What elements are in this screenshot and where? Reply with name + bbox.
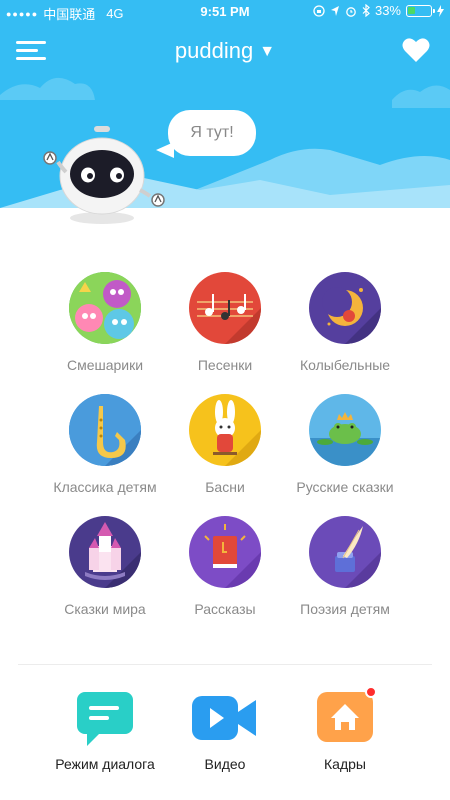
heart-icon[interactable]: [402, 37, 430, 63]
charging-icon: [437, 4, 444, 17]
speech-bubble: Я тут!: [168, 110, 256, 156]
frog-prince-icon: [309, 394, 381, 466]
bluetooth-icon: [362, 4, 370, 17]
quill-icon: [309, 516, 381, 588]
chevron-down-icon: ▼: [259, 43, 276, 60]
battery-icon: [406, 4, 435, 17]
smeshariki-icon: [69, 272, 141, 344]
status-bar: ●●●●● 中国联通 4G 9:51 PM 33%: [0, 0, 450, 24]
notification-badge: [365, 686, 377, 698]
divider: [18, 664, 432, 665]
category-label: Русские сказки: [296, 479, 394, 495]
saxophone-icon: [69, 394, 141, 466]
chat-icon: [75, 690, 135, 746]
castle-icon: [69, 516, 141, 588]
battery-percent: 33%: [374, 3, 401, 18]
location-arrow-icon: [330, 5, 339, 16]
category-label: Колыбельные: [299, 357, 391, 373]
lock-rotation-icon: [313, 4, 325, 17]
book-icon: [189, 516, 261, 588]
moon-icon: [309, 272, 381, 344]
rabbit-icon: [189, 394, 261, 466]
device-selector[interactable]: pudding ▼: [0, 38, 450, 64]
device-name: pudding: [174, 38, 254, 63]
bottom-tab-bar: Режим диалога Видео Кадры: [0, 686, 450, 790]
robot-mascot[interactable]: [40, 118, 170, 228]
music-notes-icon: [189, 272, 261, 344]
category-lullabies[interactable]: Колыбельные: [270, 272, 420, 373]
category-poetry[interactable]: Поэзия детям: [270, 516, 420, 617]
battery-fill: [408, 6, 415, 14]
alarm-icon: [346, 6, 356, 17]
tab-label: Кадры: [324, 756, 366, 772]
category-russian-tales[interactable]: Русские сказки: [270, 394, 420, 495]
category-label: Поэзия детям: [300, 601, 390, 617]
video-camera-icon: [192, 690, 256, 746]
tab-frames[interactable]: Кадры: [270, 686, 420, 772]
home-icon: [315, 686, 377, 746]
